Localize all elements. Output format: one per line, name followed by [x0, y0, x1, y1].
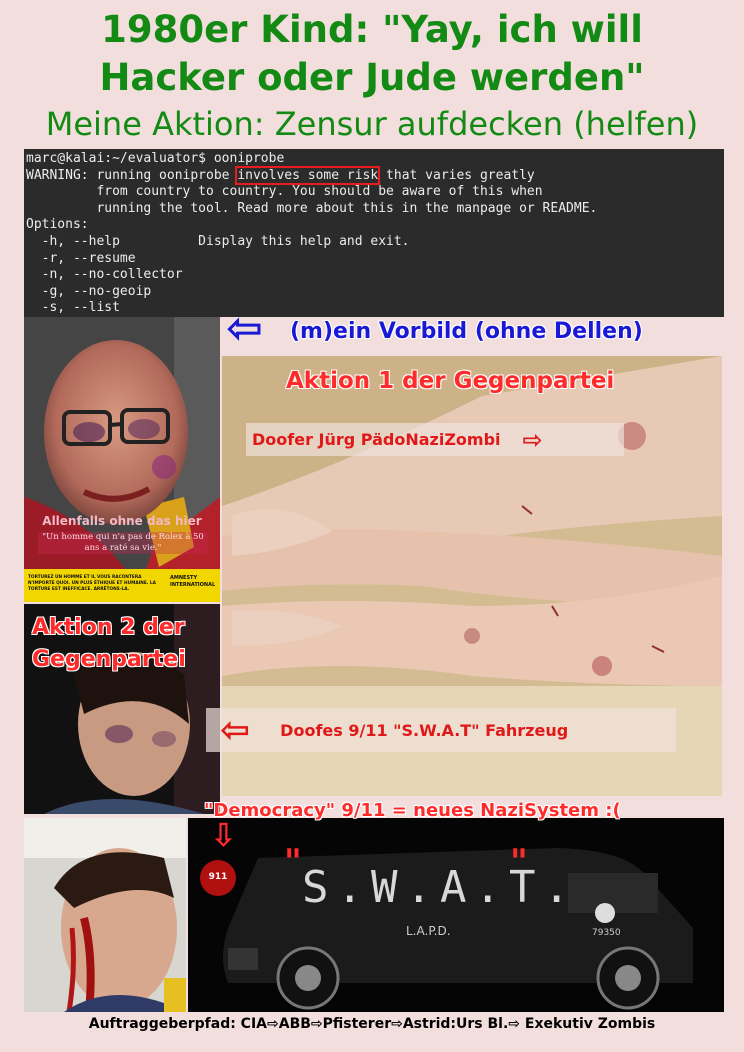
terminal-warning-pre: WARNING: running ooniprobe [26, 167, 238, 183]
title-line-1: 1980er Kind: "Yay, ich will [101, 8, 643, 51]
terminal-screenshot: marc@kalai:~/evaluator$ ooniprobe WARNIN… [24, 149, 724, 317]
swat-van-illustration [188, 818, 724, 1012]
terminal-option-list: -s, --list [26, 300, 120, 316]
bloody-face-photo [24, 818, 186, 1012]
aktion1-heading: Aktion 1 der Gegenpartei [286, 368, 615, 394]
terminal-option-help: -h, --help Display this help and exit. [26, 233, 410, 249]
van-lettering: S.W.A.T. [302, 862, 578, 913]
swat-label: Doofes 9/11 "S.W.A.T" Fahrzeug [280, 720, 569, 740]
van-badge: 911 [208, 872, 228, 882]
title-line-2: Hacker oder Jude werden" [99, 56, 645, 99]
terminal-options-header: Options: [26, 217, 89, 233]
terminal-option-no-geoip: -g, --no-geoip [26, 283, 152, 299]
amnesty-banner: TORTUREZ UN HOMME ET IL VOUS RACONTERA N… [28, 575, 156, 592]
van-number: 79350 [592, 928, 621, 938]
aktion2-heading-line-2: Gegenpartei [32, 647, 186, 672]
swat-arrow: ⇦ [220, 709, 251, 751]
amnesty-poster-illustration [24, 317, 220, 602]
van-quote-left: " [284, 842, 302, 882]
aktion1-arrow: ⇨ [522, 425, 543, 454]
terminal-warning-highlight: involves some risk [235, 165, 381, 185]
bloody-face-illustration [24, 818, 186, 1012]
terminal-option-no-collector: -n, --no-collector [26, 267, 183, 283]
terminal-line-4: running the tool. Read more about this i… [26, 200, 598, 216]
democracy-caption: "Democracy" 9/11 = neues NaziSystem :( [204, 800, 621, 821]
swat-van-photo: 911 " S.W.A.T. " L.A.P.D. 79350 [188, 818, 724, 1012]
terminal-option-resume: -r, --resume [26, 250, 136, 266]
terminal-prompt: marc@kalai:~/evaluator$ ooniprobe [26, 151, 285, 166]
aktion2-photo: Aktion 2 der Gegenpartei [24, 604, 220, 814]
amnesty-poster-photo: Allenfalls ohne das hier "Un homme qui n… [24, 317, 220, 602]
amnesty-logo: AMNESTY INTERNATIONAL [170, 575, 216, 588]
vorbild-arrow: ⇦ [226, 303, 263, 354]
aktion2-heading-line-1: Aktion 2 der [32, 615, 185, 640]
swat-label-box: ⇦ Doofes 9/11 "S.W.A.T" Fahrzeug [206, 708, 676, 752]
vorbild-label: (m)ein Vorbild (ohne Dellen) [290, 319, 643, 344]
amnesty-quote: "Un homme qui n'a pas de Rolex à 50 ans … [38, 532, 208, 554]
terminal-warning-post: that varies greatly [378, 167, 535, 183]
van-quote-right: " [510, 842, 528, 882]
aktion1-label: Doofer Jürg PädoNaziZombi [252, 430, 501, 449]
amnesty-caption: Allenfalls ohne das hier [42, 514, 202, 528]
van-dept: L.A.P.D. [406, 924, 451, 938]
terminal-line-3: from country to country. You should be a… [26, 184, 543, 200]
aktion1-label-box: Doofer Jürg PädoNaziZombi ⇨ [246, 423, 624, 456]
democracy-arrow: ⇩ [210, 816, 237, 854]
footer-path: Auftraggeberpfad: CIA⇨ABB⇨Pfisterer⇨Astr… [88, 1016, 656, 1032]
subtitle: Meine Aktion: Zensur aufdecken (helfen) [45, 105, 699, 143]
